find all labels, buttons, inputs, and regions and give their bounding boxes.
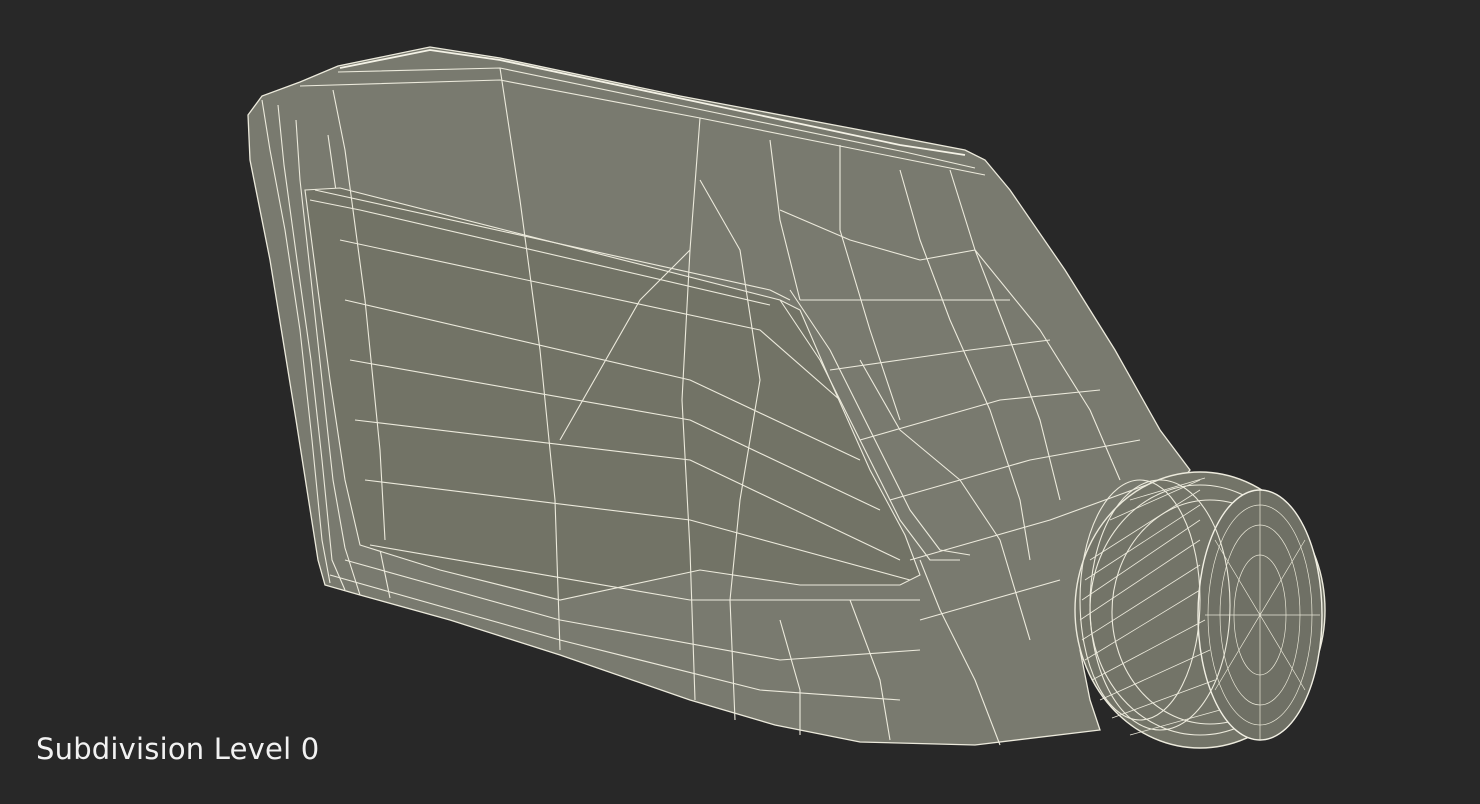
wireframe-bottle-model: [247, 46, 1326, 749]
subdivision-level-caption: Subdivision Level 0: [36, 732, 320, 766]
3d-viewport[interactable]: Subdivision Level 0: [0, 0, 1480, 800]
